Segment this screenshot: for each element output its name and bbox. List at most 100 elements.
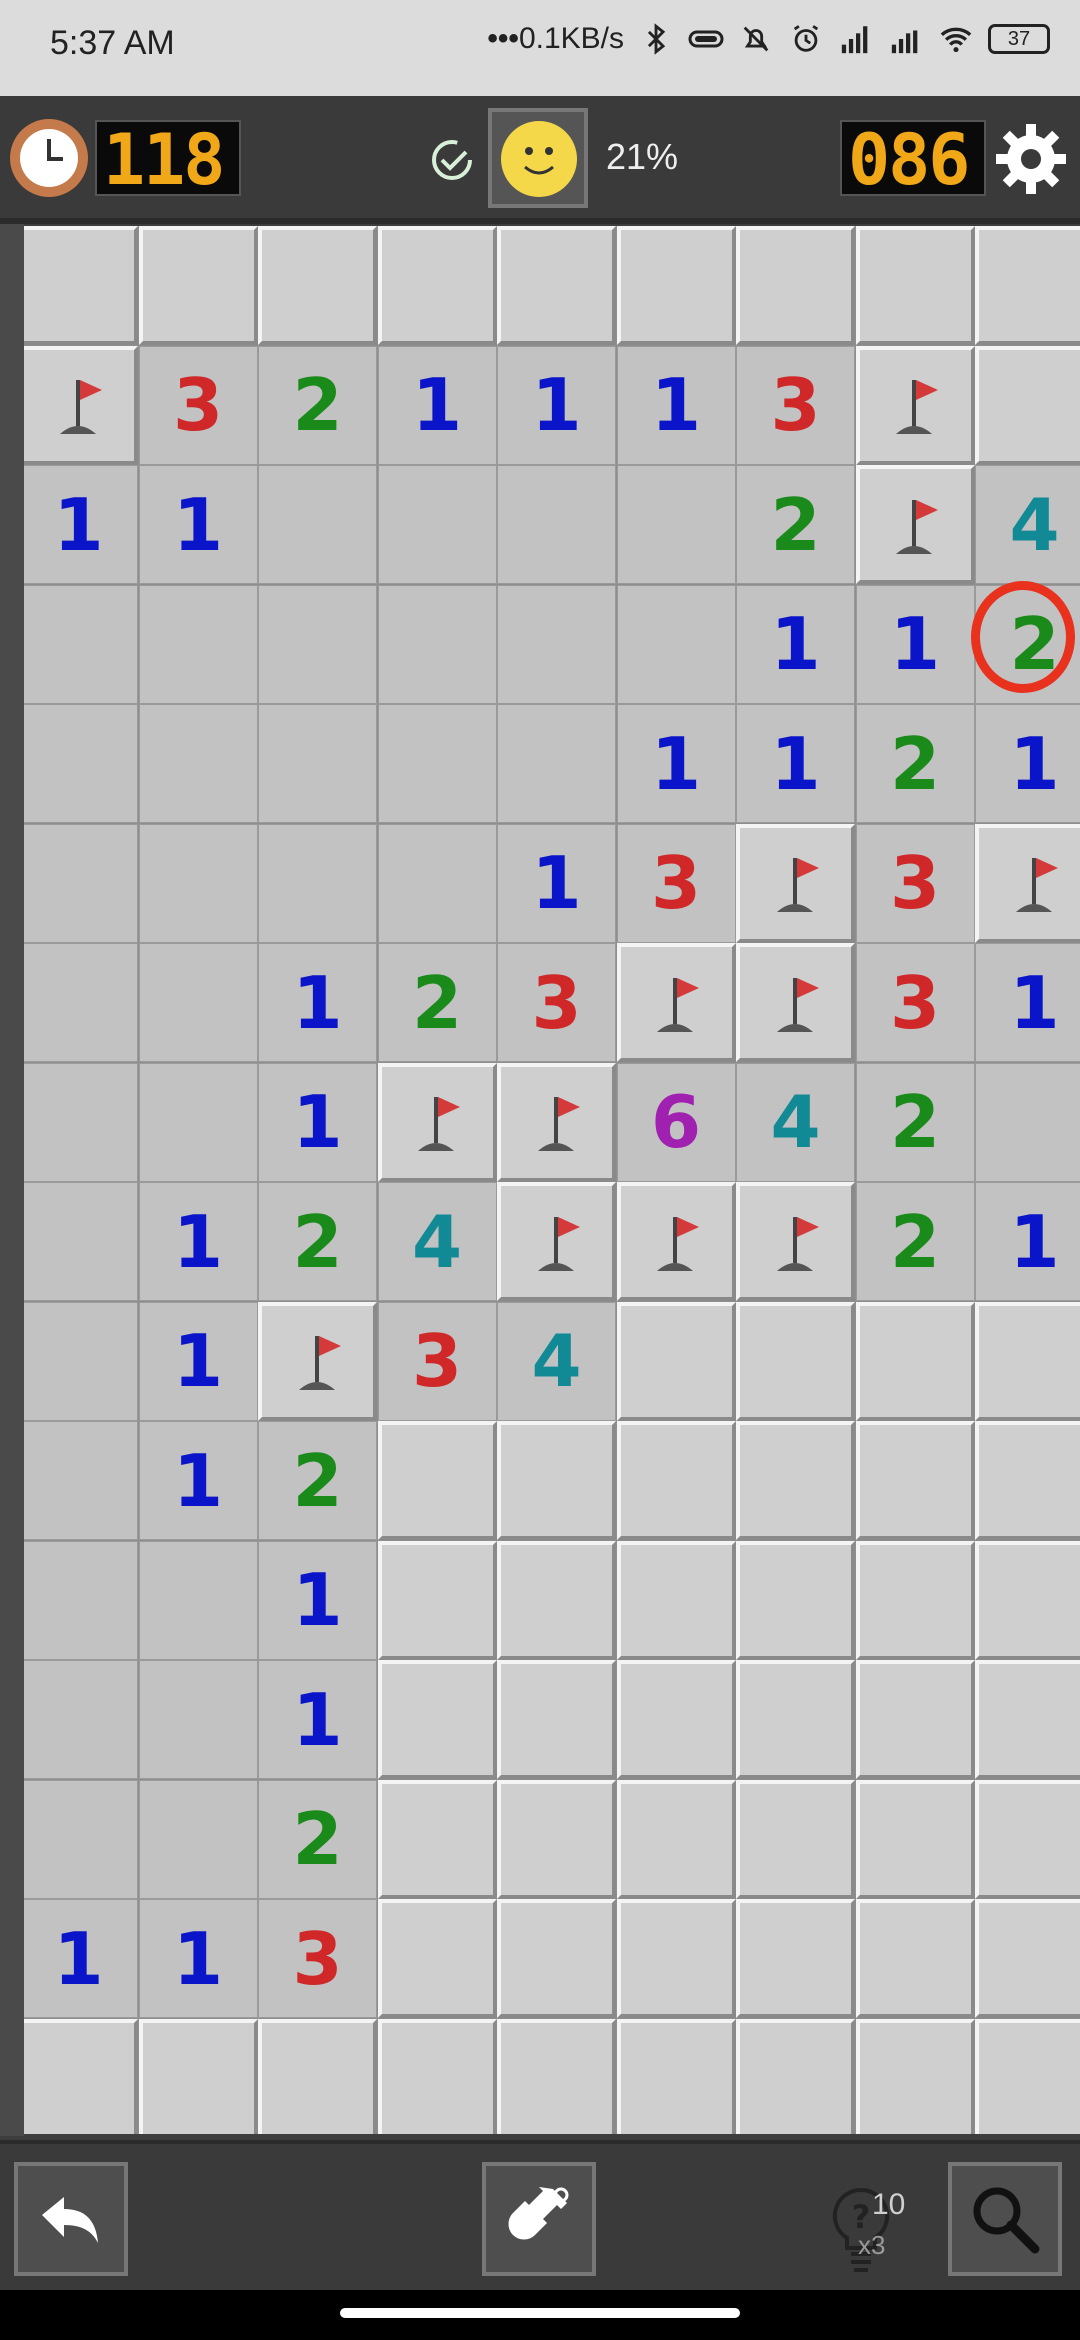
number-cell[interactable]: 1: [736, 704, 855, 823]
empty-cell[interactable]: [258, 584, 377, 704]
number-cell[interactable]: 4: [497, 1301, 616, 1421]
flagged-cell[interactable]: [24, 345, 138, 465]
flagged-cell[interactable]: [497, 1182, 616, 1301]
covered-cell[interactable]: [855, 1301, 975, 1421]
number-cell[interactable]: 1: [258, 1660, 377, 1779]
covered-cell[interactable]: [975, 226, 1080, 345]
covered-cell[interactable]: [377, 226, 497, 345]
covered-cell[interactable]: [736, 2018, 855, 2134]
check-icon[interactable]: [428, 136, 476, 184]
covered-cell[interactable]: [736, 226, 855, 345]
empty-cell[interactable]: [497, 704, 616, 823]
number-cell[interactable]: 1: [616, 345, 736, 465]
covered-cell[interactable]: [377, 1421, 497, 1540]
empty-cell[interactable]: [24, 943, 138, 1062]
covered-cell[interactable]: [855, 1660, 975, 1779]
covered-cell[interactable]: [616, 2018, 736, 2134]
empty-cell[interactable]: [975, 1062, 1080, 1182]
covered-cell[interactable]: [377, 1540, 497, 1660]
new-game-button[interactable]: [488, 108, 588, 208]
empty-cell[interactable]: [616, 465, 736, 584]
empty-cell[interactable]: [24, 1540, 138, 1660]
covered-cell[interactable]: [975, 345, 1080, 465]
empty-cell[interactable]: [138, 1062, 258, 1182]
number-cell[interactable]: 1: [258, 1062, 377, 1182]
empty-cell[interactable]: [24, 584, 138, 704]
number-cell[interactable]: 3: [855, 943, 975, 1062]
covered-cell[interactable]: [975, 1779, 1080, 1899]
number-cell[interactable]: 3: [138, 345, 258, 465]
covered-cell[interactable]: [736, 1779, 855, 1899]
covered-cell[interactable]: [258, 2018, 377, 2134]
empty-cell[interactable]: [138, 823, 258, 943]
number-cell[interactable]: 2: [855, 704, 975, 823]
empty-cell[interactable]: [138, 1660, 258, 1779]
number-cell[interactable]: 2: [736, 465, 855, 584]
empty-cell[interactable]: [377, 823, 497, 943]
number-cell[interactable]: 3: [616, 823, 736, 943]
flagged-cell[interactable]: [855, 465, 975, 584]
covered-cell[interactable]: [855, 1540, 975, 1660]
empty-cell[interactable]: [377, 584, 497, 704]
number-cell[interactable]: 3: [497, 943, 616, 1062]
number-cell[interactable]: 3: [377, 1301, 497, 1421]
covered-cell[interactable]: [975, 1899, 1080, 2018]
empty-cell[interactable]: [497, 584, 616, 704]
number-cell[interactable]: 2: [258, 1779, 377, 1899]
number-cell[interactable]: 1: [975, 1182, 1080, 1301]
empty-cell[interactable]: [258, 465, 377, 584]
number-cell[interactable]: 1: [138, 1182, 258, 1301]
covered-cell[interactable]: [855, 1779, 975, 1899]
empty-cell[interactable]: [377, 704, 497, 823]
covered-cell[interactable]: [736, 1301, 855, 1421]
empty-cell[interactable]: [138, 1779, 258, 1899]
number-cell[interactable]: 1: [377, 345, 497, 465]
number-cell[interactable]: 1: [138, 1899, 258, 2018]
covered-cell[interactable]: [616, 1301, 736, 1421]
flagged-cell[interactable]: [616, 943, 736, 1062]
covered-cell[interactable]: [736, 1540, 855, 1660]
empty-cell[interactable]: [377, 465, 497, 584]
number-cell[interactable]: 1: [138, 465, 258, 584]
flagged-cell[interactable]: [975, 823, 1080, 943]
number-cell[interactable]: 1: [24, 1899, 138, 2018]
covered-cell[interactable]: [377, 1660, 497, 1779]
covered-cell[interactable]: [975, 1301, 1080, 1421]
covered-cell[interactable]: [497, 1899, 616, 2018]
empty-cell[interactable]: [138, 584, 258, 704]
number-cell[interactable]: 1: [497, 823, 616, 943]
number-cell[interactable]: 4: [975, 465, 1080, 584]
empty-cell[interactable]: [138, 704, 258, 823]
number-cell[interactable]: 1: [138, 1421, 258, 1540]
flagged-cell[interactable]: [855, 345, 975, 465]
covered-cell[interactable]: [736, 1899, 855, 2018]
empty-cell[interactable]: [138, 943, 258, 1062]
covered-cell[interactable]: [377, 1779, 497, 1899]
flagged-cell[interactable]: [258, 1301, 377, 1421]
covered-cell[interactable]: [736, 1660, 855, 1779]
number-cell[interactable]: 6: [616, 1062, 736, 1182]
covered-cell[interactable]: [616, 226, 736, 345]
covered-cell[interactable]: [138, 226, 258, 345]
covered-cell[interactable]: [616, 1899, 736, 2018]
empty-cell[interactable]: [24, 1182, 138, 1301]
empty-cell[interactable]: [258, 823, 377, 943]
number-cell[interactable]: 4: [377, 1182, 497, 1301]
number-cell[interactable]: 2: [855, 1062, 975, 1182]
gear-icon[interactable]: [992, 120, 1070, 198]
number-cell[interactable]: 2: [258, 1182, 377, 1301]
covered-cell[interactable]: [497, 1779, 616, 1899]
number-cell[interactable]: 2: [855, 1182, 975, 1301]
number-cell[interactable]: 1: [497, 345, 616, 465]
empty-cell[interactable]: [138, 1540, 258, 1660]
zoom-button[interactable]: [948, 2162, 1062, 2276]
number-cell[interactable]: 2: [258, 345, 377, 465]
covered-cell[interactable]: [497, 1540, 616, 1660]
number-cell[interactable]: 1: [24, 465, 138, 584]
covered-cell[interactable]: [24, 2018, 138, 2134]
covered-cell[interactable]: [855, 2018, 975, 2134]
number-cell[interactable]: 1: [855, 584, 975, 704]
empty-cell[interactable]: [24, 1660, 138, 1779]
number-cell[interactable]: 3: [855, 823, 975, 943]
covered-cell[interactable]: [616, 1540, 736, 1660]
